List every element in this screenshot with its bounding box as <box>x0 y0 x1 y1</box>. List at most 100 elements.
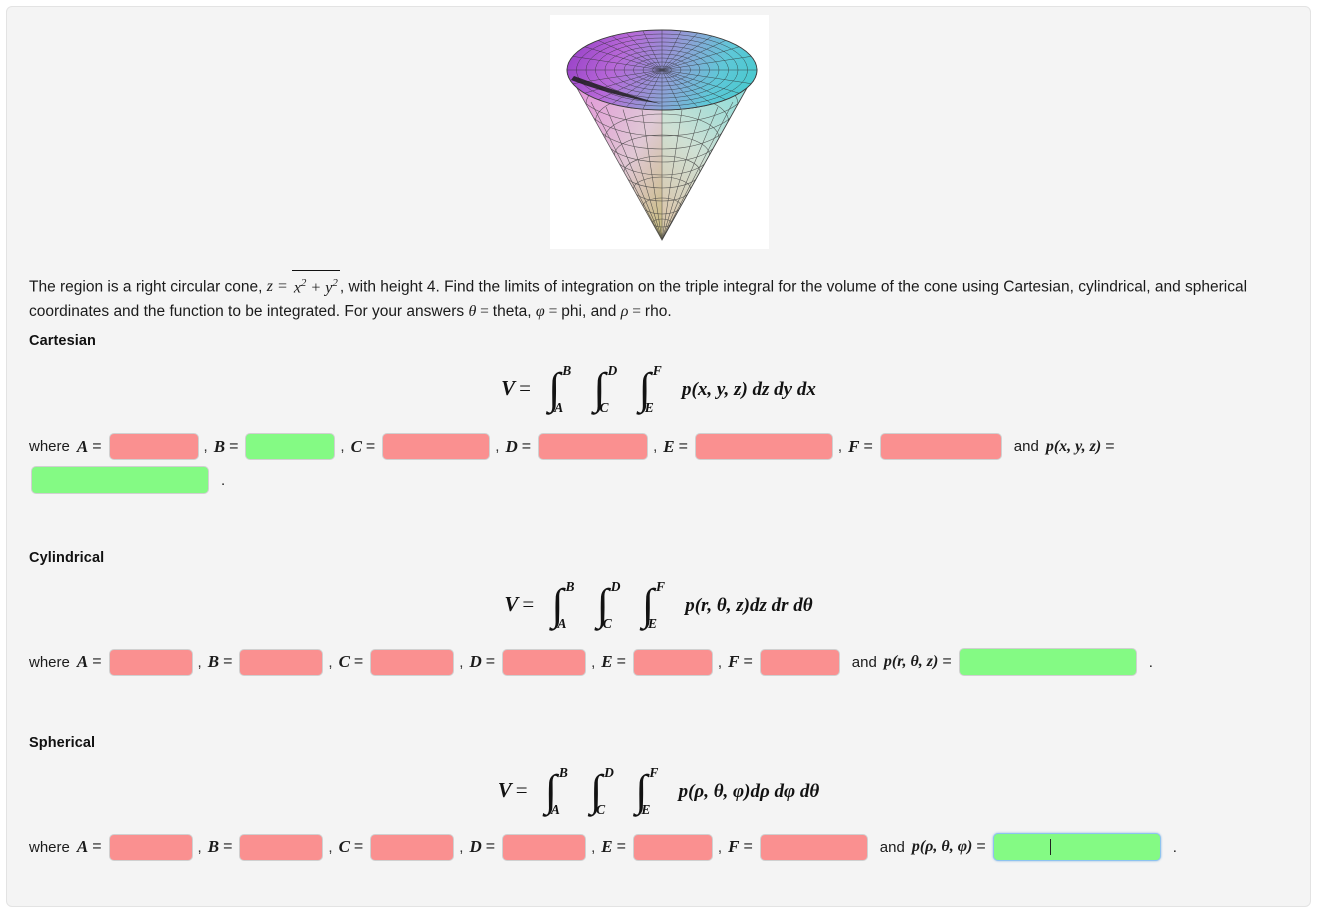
input-cylindrical-B[interactable] <box>239 648 324 676</box>
phi-definition: φ <box>535 303 545 321</box>
period-cartesian: . <box>221 471 226 489</box>
input-cylindrical-E[interactable] <box>632 648 713 676</box>
field-label-cylindrical-A: A <box>76 652 89 671</box>
input-cartesian-C[interactable] <box>382 433 491 460</box>
comma-6: , <box>197 653 202 671</box>
rho-word: rho <box>644 303 668 321</box>
and-label-cylindrical: and <box>851 653 877 671</box>
formula-lhs-cartesian: V <box>501 375 516 400</box>
and-label-cartesian: and <box>1013 438 1039 455</box>
formula-equals-cylindrical: = <box>522 591 535 616</box>
formula-cylindrical: V = ∫ B A ∫ D C ∫ F E p(r, θ, z)dz dr dθ <box>7 579 1310 631</box>
field-label-spherical-A: A <box>76 837 89 856</box>
field-label-cylindrical-B: B <box>207 652 220 671</box>
field-label-spherical-E: E <box>601 837 613 856</box>
field-label-spherical-B: B <box>207 837 220 856</box>
integrand-cylindrical: p(r, θ, z)dz dr dθ <box>685 595 813 616</box>
answer-row-cartesian-2: . <box>29 466 225 494</box>
function-label-spherical: p(ρ, θ, φ) <box>911 838 973 855</box>
input-spherical-function[interactable] <box>992 833 1161 861</box>
input-cartesian-F[interactable] <box>879 433 1002 460</box>
input-cylindrical-function[interactable] <box>958 648 1137 676</box>
comma-7: , <box>328 653 333 671</box>
formula-spherical: V = ∫ B A ∫ D C ∫ F E p(ρ, θ, φ)dρ dφ dθ <box>7 765 1310 817</box>
input-cylindrical-C[interactable] <box>370 648 455 676</box>
field-label-spherical-D: D <box>469 837 482 856</box>
comma-5: , <box>837 438 843 455</box>
comma-14: , <box>591 838 596 856</box>
comma-10: , <box>717 653 723 671</box>
function-label-cartesian: p(x, y, z) <box>1045 437 1102 455</box>
input-spherical-B[interactable] <box>239 833 324 861</box>
integral-1-cartesian: ∫ B A <box>548 363 572 415</box>
answer-row-spherical: where A = , B = , C = , D = , E = , F = and p(… <box>29 833 1177 861</box>
comma-2: , <box>340 438 345 455</box>
cone-figure <box>550 15 769 249</box>
where-label-cylindrical: where <box>29 653 70 671</box>
function-label-cylindrical: p(r, θ, z) <box>883 653 939 670</box>
input-spherical-E[interactable] <box>632 833 713 861</box>
comma-12: , <box>328 838 333 856</box>
formula-lhs-cylindrical: V <box>504 591 519 616</box>
input-cartesian-A[interactable] <box>108 433 199 460</box>
field-label-cylindrical-D: D <box>469 652 482 671</box>
input-cartesian-B[interactable] <box>245 433 336 460</box>
comma-4: , <box>653 438 658 455</box>
input-spherical-C[interactable] <box>370 833 455 861</box>
integral-3-cartesian: ∫ F E <box>638 363 662 415</box>
field-label-cylindrical-F: F <box>728 652 740 671</box>
comma-8: , <box>459 653 464 671</box>
integral-3-cylindrical: ∫ F E <box>641 579 665 631</box>
theta-word: theta <box>492 303 528 321</box>
field-label-cartesian-E: E <box>663 436 675 456</box>
cone-equation: z = x2 + y2 <box>267 270 340 296</box>
input-spherical-D[interactable] <box>502 833 587 861</box>
field-label-cylindrical-C: C <box>338 652 350 671</box>
phi-word: phi <box>561 303 582 321</box>
section-heading-cartesian: Cartesian <box>29 333 96 349</box>
integral-3-spherical: ∫ F E <box>635 765 659 817</box>
where-label-spherical: where <box>29 838 70 856</box>
input-cartesian-E[interactable] <box>694 433 833 460</box>
integral-2-cartesian: ∫ D C <box>593 363 618 415</box>
section-heading-spherical: Spherical <box>29 735 96 751</box>
input-spherical-F[interactable] <box>759 833 868 861</box>
integral-2-spherical: ∫ D C <box>590 765 614 817</box>
field-label-spherical-F: F <box>728 837 740 856</box>
text-cursor <box>1050 839 1051 855</box>
comma-13: , <box>459 838 464 856</box>
integral-2-cylindrical: ∫ D C <box>596 579 621 631</box>
input-spherical-A[interactable] <box>108 833 193 861</box>
input-cylindrical-D[interactable] <box>502 648 587 676</box>
integral-1-spherical: ∫ B A <box>544 765 568 817</box>
comma-3: , <box>495 438 500 455</box>
comma-15: , <box>717 838 723 856</box>
comma-11: , <box>197 838 202 856</box>
integrand-cartesian: p(x, y, z) dz dy dx <box>682 379 816 400</box>
input-cartesian-function[interactable] <box>31 466 209 494</box>
comma-9: , <box>591 653 596 671</box>
and-label-spherical: and <box>879 838 905 856</box>
field-label-cartesian-B: B <box>213 436 226 456</box>
period-spherical: . <box>1172 838 1177 856</box>
exercise-card: The region is a right circular cone, z =… <box>6 6 1311 907</box>
answer-row-cylindrical: where A = , B = , C = , D = , E = , F = and p(… <box>29 648 1153 676</box>
input-cartesian-D[interactable] <box>538 433 649 460</box>
answer-row-cartesian-1: where A = , B = , C = , D = , E = , F = and p(… <box>29 433 1120 460</box>
section-heading-cylindrical: Cylindrical <box>29 550 105 566</box>
field-label-cartesian-A: A <box>76 436 89 456</box>
field-label-cartesian-D: D <box>505 436 518 456</box>
formula-equals-spherical: = <box>515 777 528 802</box>
field-label-cartesian-F: F <box>848 436 860 456</box>
period-cylindrical: . <box>1148 653 1153 671</box>
problem-prefix: The region is a right circular cone, <box>29 278 267 296</box>
problem-statement: The region is a right circular cone, z =… <box>29 269 1274 324</box>
field-label-spherical-C: C <box>338 837 350 856</box>
field-label-cylindrical-E: E <box>601 652 613 671</box>
where-label-cartesian: where <box>29 438 70 455</box>
formula-lhs-spherical: V <box>497 777 512 802</box>
input-cylindrical-F[interactable] <box>759 648 840 676</box>
integrand-spherical: p(ρ, θ, φ)dρ dφ dθ <box>678 781 820 802</box>
formula-equals-cartesian: = <box>519 375 531 400</box>
input-cylindrical-A[interactable] <box>108 648 193 676</box>
